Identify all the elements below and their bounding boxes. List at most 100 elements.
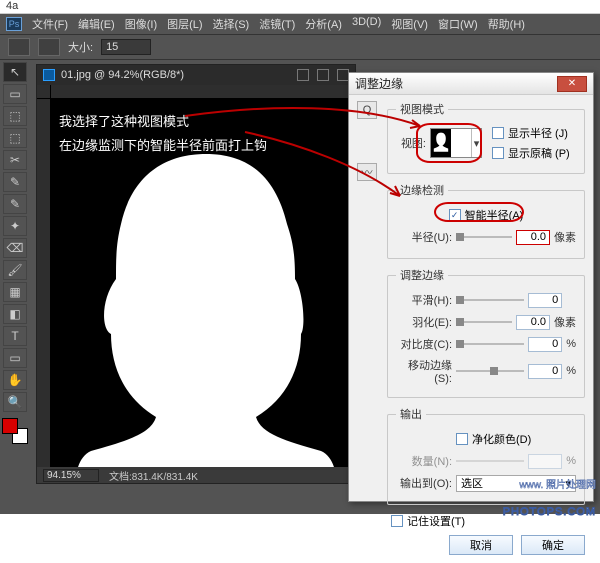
menu-3d[interactable]: 3D(D) [350,16,383,32]
menu-window[interactable]: 窗口(W) [436,16,480,32]
menu-filter[interactable]: 滤镜(T) [257,16,297,32]
show-original-label: 显示原稿 (P) [508,145,570,161]
watermark: www. 照片处理网 PHOTOPS.COM [503,476,596,522]
menu-edit[interactable]: 编辑(E) [76,16,117,32]
shift-edge-value[interactable]: 0 [528,364,562,379]
brush-size-label: 大小: [68,39,93,55]
watermark-big: PHOTOPS.COM [503,506,596,518]
tool-hand[interactable]: ✋ [3,370,27,390]
tool-lasso[interactable]: ⬚ [3,106,27,126]
menu-view[interactable]: 视图(V) [389,16,430,32]
tool-brush[interactable]: ✦ [3,216,27,236]
contrast-unit: % [566,338,576,350]
ok-button[interactable]: 确定 [521,535,585,555]
tool-preset-icon[interactable] [8,38,30,56]
shift-edge-unit: % [566,365,576,377]
chevron-down-icon[interactable]: ▾ [471,129,481,157]
contrast-slider[interactable] [456,337,524,351]
color-swatches[interactable] [2,418,28,444]
show-radius-checkbox[interactable] [492,127,504,139]
tool-gradient[interactable]: ▦ [3,282,27,302]
annotation-arrow-2 [240,126,410,206]
amount-label: 数量(N): [396,453,452,469]
zoom-field[interactable]: 94.15% [43,469,99,482]
document-tab[interactable]: 01.jpg @ 94.2%(RGB/8*) [37,65,355,85]
cancel-button[interactable]: 取消 [449,535,513,555]
feather-label: 羽化(E): [396,314,452,330]
ruler-vertical[interactable] [37,99,51,467]
output-to-label: 输出到(O): [396,475,452,491]
radius-unit: 像素 [554,229,576,245]
contrast-value[interactable]: 0 [528,337,562,352]
fg-color-swatch[interactable] [2,418,18,434]
smooth-label: 平滑(H): [396,292,452,308]
decontaminate-label: 净化颜色(D) [472,431,531,447]
tool-clone[interactable]: 🖌 [3,260,27,280]
smart-radius-checkbox[interactable]: ✓ [449,209,461,221]
options-bar: 大小: [0,34,600,60]
window-minimize-icon[interactable] [297,69,309,81]
menu-layer[interactable]: 图层(L) [165,16,204,32]
tool-dodge[interactable]: ◧ [3,304,27,324]
tool-heal[interactable]: ✎ [3,194,27,214]
tool-marquee[interactable]: ▭ [3,84,27,104]
brush-preset-icon[interactable] [38,38,60,56]
page-marker: 4a [0,0,600,14]
tool-quickselect[interactable]: ⬚ [3,128,27,148]
smooth-slider[interactable] [456,293,524,307]
annotation-line-1: 我选择了这种视图模式 [59,111,189,130]
show-radius-label: 显示半径 (J) [508,125,568,141]
view-mode-button[interactable]: ▾ [430,128,482,158]
feather-value[interactable]: 0.0 [516,315,550,330]
smart-radius-label: 智能半径(A) [465,207,524,223]
doc-icon [43,69,55,81]
decontaminate-checkbox[interactable] [456,433,468,445]
group-output-legend: 输出 [396,406,426,422]
tool-type[interactable]: T [3,326,27,346]
tool-crop[interactable]: ✂ [3,150,27,170]
amount-unit: % [566,455,576,467]
dialog-titlebar[interactable]: 调整边缘 ✕ [349,73,593,95]
menu-help[interactable]: 帮助(H) [486,16,527,32]
radius-value[interactable]: 0.0 [516,230,550,245]
group-edge-detection: 边缘检测 ✓智能半径(A) 半径(U): 0.0 像素 [387,182,585,259]
dialog-close-button[interactable]: ✕ [557,76,587,92]
dialog-title: 调整边缘 [355,75,557,92]
tool-move[interactable]: ↖ [3,62,27,82]
show-original-checkbox[interactable] [492,147,504,159]
radius-slider[interactable] [456,230,512,244]
watermark-small: www. 照片处理网 [503,476,596,491]
group-adjust-edge: 调整边缘 平滑(H): 0 % 羽化(E): 0.0 像素 对比度(C [387,267,585,398]
menu-analysis[interactable]: 分析(A) [303,16,344,32]
ruler-horizontal[interactable] [37,85,355,99]
output-to-value: 选区 [461,475,483,491]
menu-file[interactable]: 文件(F) [30,16,70,32]
menubar: 文件(F) 编辑(E) 图像(I) 图层(L) 选择(S) 滤镜(T) 分析(A… [30,16,527,32]
ruler-corner [37,85,51,99]
remember-settings-checkbox[interactable] [391,515,403,527]
tool-column: ↖ ▭ ⬚ ⬚ ✂ ✎ ✎ ✦ ⌫ 🖌 ▦ ◧ T ▭ ✋ 🔍 [0,60,30,514]
tool-shape[interactable]: ▭ [3,348,27,368]
feather-slider[interactable] [456,315,512,329]
tool-eyedropper[interactable]: ✎ [3,172,27,192]
menu-select[interactable]: 选择(S) [211,16,252,32]
tool-eraser[interactable]: ⌫ [3,238,27,258]
doc-size-label: 文档:831.4K/831.4K [109,468,198,483]
amount-slider [456,454,524,468]
shift-edge-slider[interactable] [456,364,524,378]
feather-unit: 像素 [554,314,576,330]
tool-zoom[interactable]: 🔍 [3,392,27,412]
radius-label: 半径(U): [396,229,452,245]
document-title: 01.jpg @ 94.2%(RGB/8*) [61,69,289,81]
brush-size-input[interactable] [101,39,151,55]
smooth-value[interactable]: 0 [528,293,562,308]
menu-image[interactable]: 图像(I) [123,16,159,32]
window-maximize-icon[interactable] [317,69,329,81]
shift-edge-label: 移动边缘(S): [396,357,452,385]
amount-value [528,454,562,469]
remember-settings-label: 记住设置(T) [407,513,465,529]
contrast-label: 对比度(C): [396,336,452,352]
status-bar: 94.15% 文档:831.4K/831.4K [37,467,355,483]
ps-titlebar: Ps 文件(F) 编辑(E) 图像(I) 图层(L) 选择(S) 滤镜(T) 分… [0,14,600,34]
group-adjust-legend: 调整边缘 [396,267,448,283]
